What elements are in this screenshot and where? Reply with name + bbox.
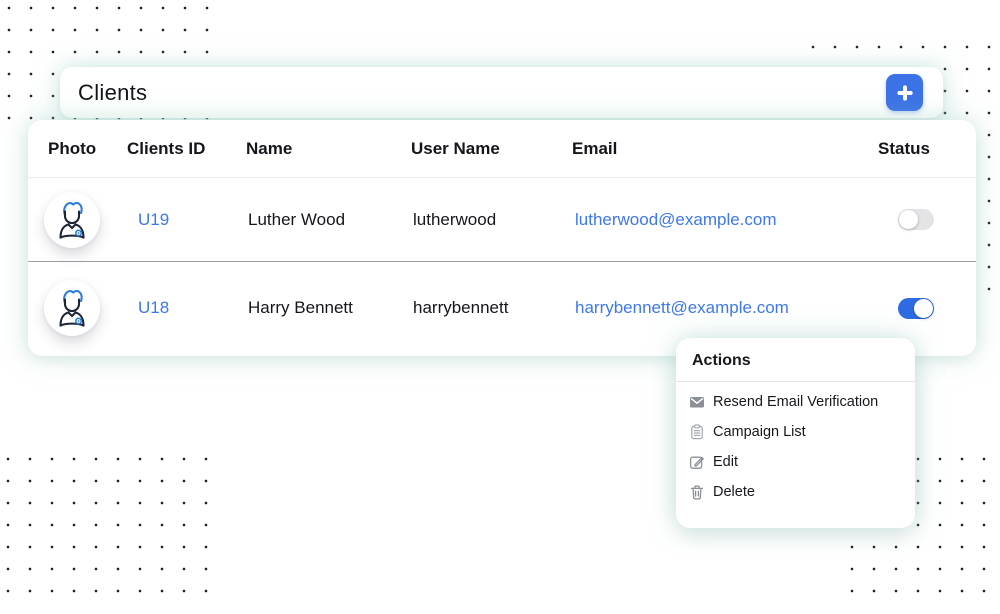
- client-username: harrybennett: [411, 298, 572, 318]
- column-header-name: Name: [246, 139, 411, 159]
- column-header-user-name: User Name: [411, 139, 572, 159]
- menu-item-label: Edit: [713, 454, 738, 470]
- status-toggle[interactable]: [898, 298, 934, 319]
- client-id-link[interactable]: U18: [127, 298, 246, 318]
- client-email-link[interactable]: lutherwood@example.com: [572, 210, 878, 230]
- actions-menu: Actions Resend Email Verification Campai…: [676, 338, 915, 528]
- column-header-status: Status: [878, 139, 956, 159]
- menu-item-label: Resend Email Verification: [713, 394, 878, 410]
- menu-item-label: Delete: [713, 484, 755, 500]
- dot-pattern: [0, 448, 209, 600]
- client-id-link[interactable]: U19: [127, 210, 246, 230]
- menu-item-delete[interactable]: Delete: [676, 477, 915, 507]
- actions-menu-title: Actions: [676, 352, 915, 381]
- column-header-email: Email: [572, 139, 878, 159]
- envelope-icon: [689, 394, 705, 410]
- menu-item-edit[interactable]: Edit: [676, 447, 915, 477]
- table-row: U19 Luther Wood lutherwood lutherwood@ex…: [28, 178, 976, 262]
- page-title: Clients: [78, 80, 147, 106]
- client-username: lutherwood: [411, 210, 572, 230]
- clients-table: Photo Clients ID Name User Name Email St…: [28, 120, 976, 356]
- table-header-row: Photo Clients ID Name User Name Email St…: [28, 120, 976, 178]
- menu-item-resend-email-verification[interactable]: Resend Email Verification: [676, 387, 915, 417]
- menu-item-label: Campaign List: [713, 424, 806, 440]
- client-avatar: [44, 280, 100, 336]
- toggle-knob: [914, 299, 933, 318]
- client-avatar: [44, 192, 100, 248]
- edit-icon: [689, 454, 705, 470]
- column-header-clients-id: Clients ID: [127, 139, 246, 159]
- avatar-icon: [50, 198, 94, 242]
- avatar-icon: [50, 286, 94, 330]
- plus-icon: [893, 81, 917, 105]
- status-toggle[interactable]: [898, 209, 934, 230]
- trash-icon: [689, 484, 705, 500]
- client-name: Harry Bennett: [246, 298, 411, 318]
- clipboard-list-icon: [689, 424, 705, 440]
- actions-menu-list: Resend Email Verification Campaign List …: [676, 382, 915, 507]
- client-email-link[interactable]: harrybennett@example.com: [572, 298, 878, 318]
- add-client-button[interactable]: [886, 74, 923, 111]
- toggle-knob: [899, 210, 918, 229]
- page-header-card: Clients: [60, 67, 943, 118]
- client-name: Luther Wood: [246, 210, 411, 230]
- column-header-photo: Photo: [48, 139, 127, 159]
- menu-item-campaign-list[interactable]: Campaign List: [676, 417, 915, 447]
